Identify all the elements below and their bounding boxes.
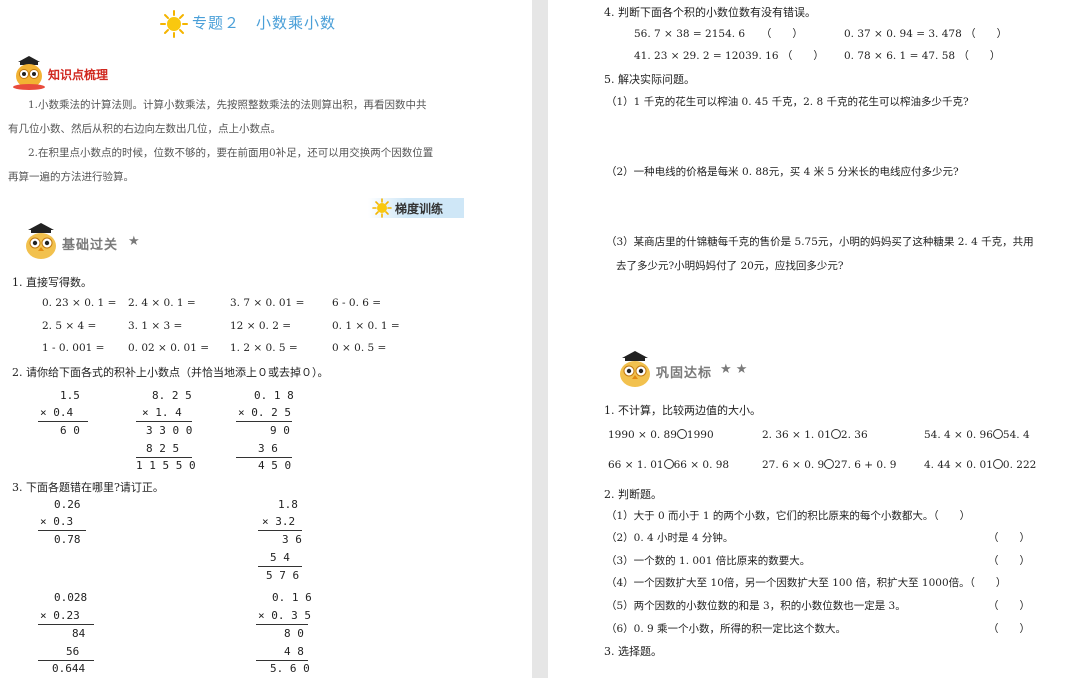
knowledge-text-2a: 2.在积里点小数点的时候，位数不够的，要在前面用0补足，还可以用交换两个因数位置 xyxy=(28,147,434,159)
knowledge-text-2b: 再算一遍的方法进行验算。 xyxy=(8,171,134,183)
question-1-title: 1. 直接写得数。 xyxy=(12,276,92,289)
q4-item: 56. 7 × 38 = 2154. 6 （ ） xyxy=(634,28,803,40)
star-icon: ★ xyxy=(128,234,140,249)
q1-item: 12 × 0. 2 = xyxy=(230,320,292,332)
q4-item: 0. 78 × 6. 1 = 47. 58 （ ） xyxy=(844,50,1001,62)
knowledge-text-1b: 有几位小数、然后从积的右边向左数出几位，点上小数点。 xyxy=(8,123,281,135)
q1-item: 0. 1 × 0. 1 = xyxy=(332,320,400,332)
owl-mascot-icon xyxy=(26,223,56,259)
sun-icon xyxy=(372,198,392,218)
knowledge-text-1a: 1.小数乘法的计算法则。计算小数乘法，先按照整数乘法的法则算出积，再看因数中共 xyxy=(28,99,427,111)
blank-circle-icon[interactable] xyxy=(663,459,674,469)
q1-item: 3. 7 × 0. 01 = xyxy=(230,297,305,309)
blank-circle-icon[interactable] xyxy=(676,429,687,439)
r3-title: 3. 选择题。 xyxy=(604,645,662,658)
compare-item: 27. 6 × 0. 9 27. 6 + 0. 9 xyxy=(762,459,897,471)
judge-item: （6）0. 9 乘一个小数，所得的积一定比这个数大。 xyxy=(606,623,847,635)
compare-item: 2. 36 × 1. 01 2. 36 xyxy=(762,429,868,441)
q1-item: 6 - 0. 6 = xyxy=(332,297,382,309)
gradient-training-label: 梯度训练 xyxy=(395,202,444,216)
compare-item: 4. 44 × 0. 01 0. 222 xyxy=(924,459,1037,471)
blank-circle-icon[interactable] xyxy=(830,429,841,439)
judge-item: （3）一个数的 1. 001 倍比原来的数要大。 xyxy=(606,555,811,567)
q1-item: 0 × 0. 5 = xyxy=(332,342,387,354)
knowledge-heading: 知识点梳理 xyxy=(48,68,109,82)
blank-circle-icon[interactable] xyxy=(824,459,835,469)
sun-icon xyxy=(160,10,188,38)
judge-paren[interactable]: （ ） xyxy=(988,598,1030,613)
consolidate-heading: 巩固达标 xyxy=(656,366,713,381)
judge-paren[interactable]: （ ） xyxy=(988,530,1030,545)
question-3-title: 3. 下面各题错在哪里?请订正。 xyxy=(12,481,164,494)
judge-item: （5）两个因数的小数位数的和是 3，积的小数位数也一定是 3。 xyxy=(606,600,906,612)
q4-item: 41. 23 × 29. 2 = 12039. 16 （ ） xyxy=(634,50,824,62)
judge-item: （4）一个因数扩大至 10倍，另一个因数扩大至 100 倍，积扩大至 1000倍… xyxy=(606,577,1007,589)
q1-item: 0. 02 × 0. 01 = xyxy=(128,342,210,354)
q1-item: 2. 5 × 4 = xyxy=(42,320,97,332)
r1-title: 1. 不计算，比较两边值的大小。 xyxy=(604,404,761,417)
r2-title: 2. 判断题。 xyxy=(604,488,662,501)
q1-item: 1. 2 × 0. 5 = xyxy=(230,342,298,354)
q5-part-3a: （3）某商店里的什锦糖每千克的售价是 5.75元，小明的妈妈买了这种糖果 2. … xyxy=(606,236,1034,248)
judge-paren[interactable]: （ ） xyxy=(988,621,1030,636)
document-page-right: 4. 判断下面各个积的小数位数有没有错误。 56. 7 × 38 = 2154.… xyxy=(548,0,1080,678)
q1-item: 1 - 0. 001 = xyxy=(42,342,105,354)
judge-paren[interactable]: （ ） xyxy=(988,553,1030,568)
star-icon: ★ ★ xyxy=(720,362,748,377)
q5-part-2: （2）一种电线的价格是每米 0. 88元，买 4 米 5 分米长的电线应付多少元… xyxy=(606,166,959,178)
blank-circle-icon[interactable] xyxy=(992,429,1003,439)
q1-item: 0. 23 × 0. 1 = xyxy=(42,297,117,309)
q1-item: 2. 4 × 0. 1 = xyxy=(128,297,196,309)
q1-item: 3. 1 × 3 = xyxy=(128,320,183,332)
blank-circle-icon[interactable] xyxy=(992,459,1003,469)
question-5-title: 5. 解决实际问题。 xyxy=(604,73,695,86)
compare-item: 54. 4 × 0. 96 54. 4 xyxy=(924,429,1030,441)
judge-item: （2）0. 4 小时是 4 分钟。 xyxy=(606,532,734,544)
q4-item: 0. 37 × 0. 94 = 3. 478 （ ） xyxy=(844,28,1008,40)
compare-item: 66 × 1. 01 66 × 0. 98 xyxy=(608,459,730,471)
judge-item: （1）大于 0 而小于 1 的两个小数，它们的积比原来的每个小数都大。（ ） xyxy=(606,510,971,522)
question-2-title: 2. 请你给下面各式的积补上小数点（并恰当地添上０或去掉０）。 xyxy=(12,366,329,379)
compare-item: 1990 × 0. 89 1990 xyxy=(608,429,714,441)
owl-mascot-icon xyxy=(13,56,45,90)
question-4-title: 4. 判断下面各个积的小数位数有没有错误。 xyxy=(604,6,816,19)
basic-heading: 基础过关 xyxy=(62,238,119,253)
owl-mascot-icon xyxy=(620,351,650,387)
q5-part-1: （1）1 千克的花生可以榨油 0. 45 千克，2. 8 千克的花生可以榨油多少… xyxy=(606,96,969,108)
document-page-left: 专题２ 小数乘小数 知识点梳理 1.小数乘法的计算法则。计算小数乘法，先按照整数… xyxy=(0,0,532,678)
q5-part-3b: 去了多少元?小明妈妈付了 20元，应找回多少元? xyxy=(616,260,844,272)
page-title: 专题２ 小数乘小数 xyxy=(192,14,337,32)
